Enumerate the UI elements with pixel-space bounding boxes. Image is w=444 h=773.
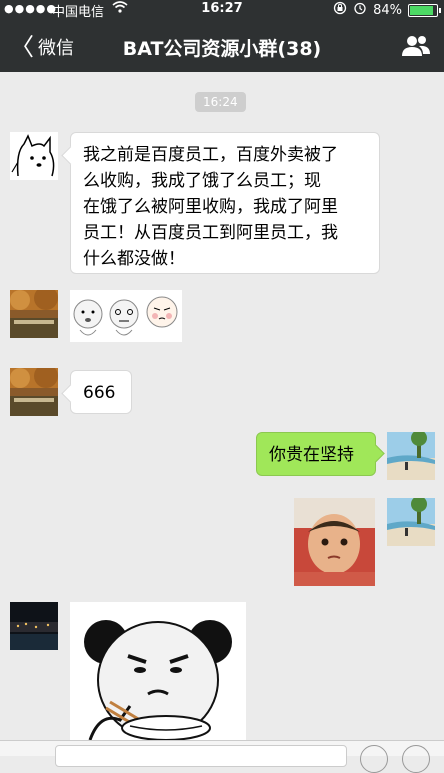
add-icon[interactable] xyxy=(402,745,430,773)
avatar[interactable] xyxy=(10,132,58,180)
alarm-icon xyxy=(353,1,367,19)
baby-photo[interactable] xyxy=(294,498,375,586)
emoji-icon[interactable] xyxy=(360,745,388,773)
avatar[interactable] xyxy=(10,602,58,650)
chat-title: BAT公司资源小群(38) xyxy=(122,38,322,60)
battery-percent: 84% xyxy=(373,2,402,18)
nav-bar: 〈 微信 BAT公司资源小群(38) xyxy=(0,20,444,72)
message-text: 你贵在坚持 xyxy=(269,445,354,465)
rotation-lock-icon xyxy=(333,1,347,19)
own-avatar[interactable] xyxy=(387,498,435,546)
message-bubble[interactable]: 我之前是百度员工，百度外卖被了 么收购，我成了饿了么员工；现 在饿了么被阿里收购… xyxy=(70,132,380,274)
avatar[interactable] xyxy=(10,290,58,338)
group-info-icon[interactable] xyxy=(402,35,430,61)
timestamp-pill: 16:24 xyxy=(195,92,246,112)
input-bar xyxy=(0,740,444,773)
own-avatar[interactable] xyxy=(387,432,435,480)
battery-icon xyxy=(408,3,441,17)
message-text: 我之前是百度员工，百度外卖被了 么收购，我成了饿了么员工；现 在饿了么被阿里收购… xyxy=(83,145,338,269)
own-message-bubble[interactable]: 你贵在坚持 xyxy=(256,432,376,476)
panda-meme-sticker[interactable] xyxy=(70,602,246,740)
status-bar: ●●●●● 中国电信 16:27 84% xyxy=(0,0,444,20)
chat-area[interactable]: 16:24 我之前是百度员工，百度外卖被了 么收购，我成了饿了么员工；现 在饿了… xyxy=(0,72,444,740)
message-text: 666 xyxy=(83,383,116,403)
message-bubble[interactable]: 666 xyxy=(70,370,132,414)
sticker-faces[interactable] xyxy=(70,290,182,342)
avatar[interactable] xyxy=(10,368,58,416)
message-input[interactable] xyxy=(55,745,347,767)
